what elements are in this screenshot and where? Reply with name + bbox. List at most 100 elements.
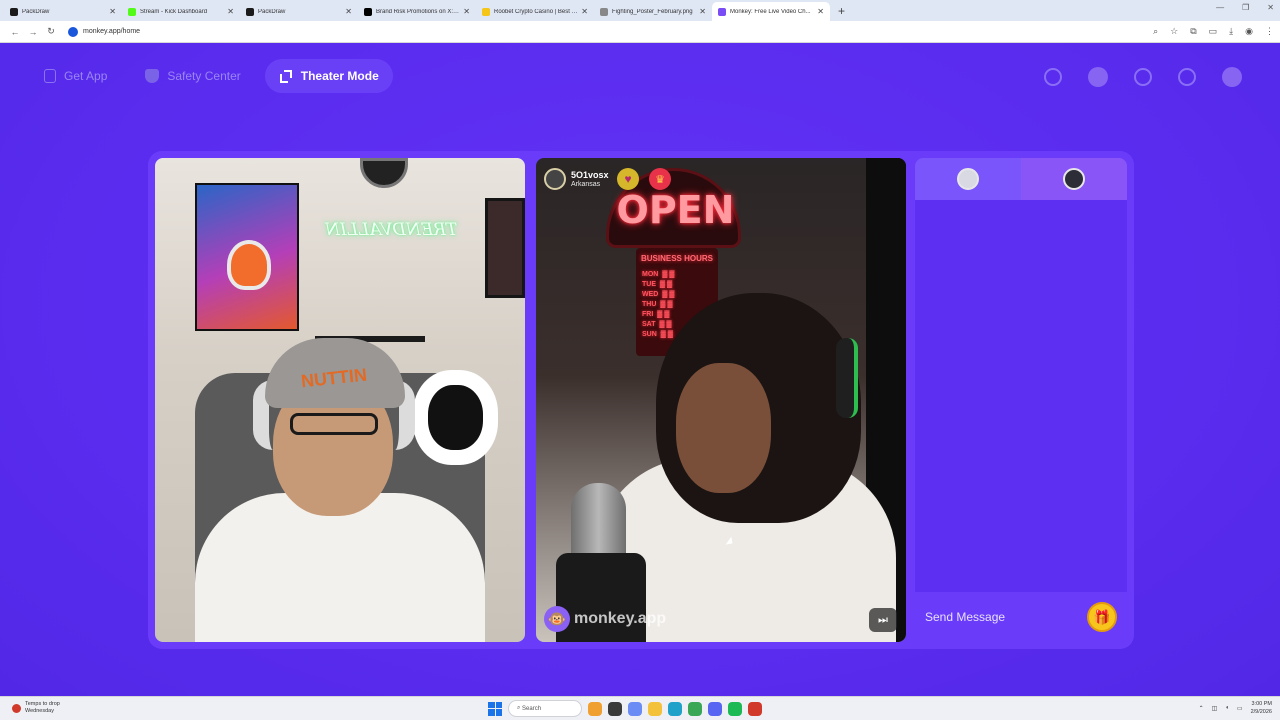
get-app-button[interactable]: Get App: [30, 59, 121, 93]
taskbar-app-icon[interactable]: [588, 701, 602, 716]
menu-icon[interactable]: ⋮: [1265, 26, 1274, 37]
history-icon[interactable]: [1134, 68, 1152, 86]
top-nav: Get App Safety Center Theater Mode: [30, 59, 393, 93]
skip-button[interactable]: ⏭: [869, 608, 897, 632]
stranger-location: Arkansas: [571, 180, 601, 188]
heart-icon[interactable]: ♥: [617, 168, 639, 190]
close-icon[interactable]: ✕: [817, 7, 824, 16]
zoom-icon[interactable]: ⌕: [1153, 26, 1158, 37]
monkey-watermark: 🐵 monkey.app: [544, 606, 666, 632]
task-view-icon[interactable]: [608, 701, 622, 716]
edge-icon[interactable]: [668, 701, 682, 716]
site-info-icon[interactable]: [68, 26, 78, 37]
close-icon[interactable]: ✕: [463, 7, 470, 16]
windows-start-icon[interactable]: [488, 701, 502, 716]
download-icon[interactable]: ⤓: [1229, 26, 1233, 37]
url-text: monkey.app/home: [83, 28, 141, 35]
tab-favicon-icon: [482, 7, 490, 16]
close-icon[interactable]: ✕: [227, 7, 234, 16]
reload-icon[interactable]: ↻: [42, 26, 60, 37]
new-tab-icon[interactable]: +: [838, 4, 845, 18]
minimize-icon[interactable]: —: [1216, 3, 1224, 12]
theater-mode-button[interactable]: Theater Mode: [264, 59, 393, 93]
get-app-label: Get App: [64, 69, 108, 83]
browser-tab[interactable]: Fighting_Poster_February.png ✕: [594, 2, 712, 21]
chrome-icon[interactable]: [688, 701, 702, 716]
send-message-input[interactable]: [925, 610, 1087, 624]
taskbar-app-icon[interactable]: [748, 701, 762, 716]
browser-tab-active[interactable]: Monkey: Free Live Video Ch... ✕: [712, 2, 830, 21]
volume-icon[interactable]: ◖: [1225, 705, 1229, 711]
browser-tab[interactable]: PackDraw ✕: [240, 2, 358, 21]
browser-tab[interactable]: Roobet Crypto Casino | Best Bit... ✕: [476, 2, 594, 21]
profile-icon[interactable]: ◉: [1245, 26, 1253, 37]
system-clock[interactable]: 3:00 PM 2/9/2026: [1251, 700, 1272, 716]
maximize-icon[interactable]: ❐: [1242, 3, 1249, 12]
sidebar-icon[interactable]: ▭: [1209, 26, 1218, 37]
stranger-info: 5O1vosx Arkansas: [571, 170, 609, 189]
weather-line-1: Temps to drop: [25, 701, 60, 707]
window-close-icon[interactable]: ✕: [1267, 3, 1274, 12]
url-field[interactable]: monkey.app/home: [68, 26, 141, 37]
microphone: [571, 483, 626, 563]
tab-label: PackDraw: [22, 8, 50, 15]
self-video: TRENDVALLIN NUTTIN: [155, 158, 525, 642]
weather-alert-icon: [12, 703, 21, 713]
pillow: [413, 370, 498, 465]
taskbar-search[interactable]: ⌕ Search: [508, 700, 582, 717]
browser-tab[interactable]: Stream - Kick Dashboard ✕: [122, 2, 240, 21]
video-chat-stage: TRENDVALLIN NUTTIN OPEN BUSINESS HOURS M…: [148, 151, 1134, 649]
tab-label: Brand Risk Promotions on X: '#...: [376, 8, 461, 15]
browser-tab[interactable]: PackDraw ✕: [4, 2, 122, 21]
weather-line-2: Wednesday: [25, 708, 54, 714]
extensions-icon[interactable]: ⧉: [1190, 26, 1196, 37]
battery-icon[interactable]: ▭: [1237, 705, 1243, 712]
person-face: [676, 363, 771, 493]
stranger-user-chip[interactable]: 5O1vosx Arkansas: [544, 166, 609, 192]
weather-widget[interactable]: Temps to drop Wednesday: [12, 701, 60, 715]
open-sign-text: OPEN: [616, 188, 735, 232]
wall-clock: [360, 158, 408, 188]
close-icon[interactable]: ✕: [345, 7, 352, 16]
browser-tab-strip: PackDraw ✕ Stream - Kick Dashboard ✕ PackD…: [0, 0, 1280, 21]
chevron-up-icon[interactable]: ⌃: [1199, 705, 1204, 712]
window-controls: — ❐ ✕: [1216, 3, 1274, 12]
close-icon[interactable]: ✕: [581, 7, 588, 16]
safety-center-label: Safety Center: [167, 69, 241, 83]
glasses: [290, 413, 378, 435]
chat-tab-self[interactable]: [915, 158, 1021, 200]
forward-icon[interactable]: →: [24, 27, 42, 37]
bookmark-star-icon[interactable]: ☆: [1170, 26, 1178, 37]
wall-frame: [485, 198, 525, 298]
back-icon[interactable]: ←: [6, 27, 24, 37]
astronaut-poster: [195, 183, 299, 331]
close-icon[interactable]: ✕: [699, 7, 706, 16]
profile-avatar[interactable]: [1222, 67, 1242, 87]
chat-bubble-icon[interactable]: [1178, 68, 1196, 86]
discord-icon[interactable]: [708, 701, 722, 716]
browser-tab[interactable]: Brand Risk Promotions on X: '#... ✕: [358, 2, 476, 21]
phone-icon: [44, 69, 56, 83]
hours-title: BUSINESS HOURS: [640, 254, 713, 263]
safety-center-button[interactable]: Safety Center: [131, 59, 254, 93]
gift-button[interactable]: 🎁: [1087, 602, 1117, 632]
browser-toolbar: ⌕ ☆ ⧉ ▭ ⤓ ◉ ⋮: [1153, 26, 1274, 37]
skip-icon: ⏭: [878, 613, 888, 626]
file-explorer-icon[interactable]: [648, 701, 662, 716]
tab-label: PackDraw: [258, 8, 286, 15]
stranger-avatar: [544, 168, 566, 190]
system-tray: ⌃ ◫ ◖ ▭ 3:00 PM 2/9/2026: [1199, 700, 1272, 716]
spotify-icon[interactable]: [728, 701, 742, 716]
taskbar-search-label: Search: [522, 705, 542, 712]
taskbar: Temps to drop Wednesday ⌕ Search ⌃ ◫ ◖ ▭…: [0, 696, 1280, 720]
copilot-icon[interactable]: [628, 701, 642, 716]
badge-icon[interactable]: ♛: [649, 168, 671, 190]
search-icon[interactable]: [1044, 68, 1062, 86]
network-icon[interactable]: ◫: [1212, 705, 1218, 712]
monkey-app: Get App Safety Center Theater Mode TREND…: [0, 43, 1280, 696]
chat-tab-stranger[interactable]: [1021, 158, 1127, 200]
chat-messages: [915, 200, 1127, 592]
tab-favicon-icon: [718, 7, 726, 16]
coin-icon[interactable]: [1088, 67, 1108, 87]
close-icon[interactable]: ✕: [109, 7, 116, 16]
